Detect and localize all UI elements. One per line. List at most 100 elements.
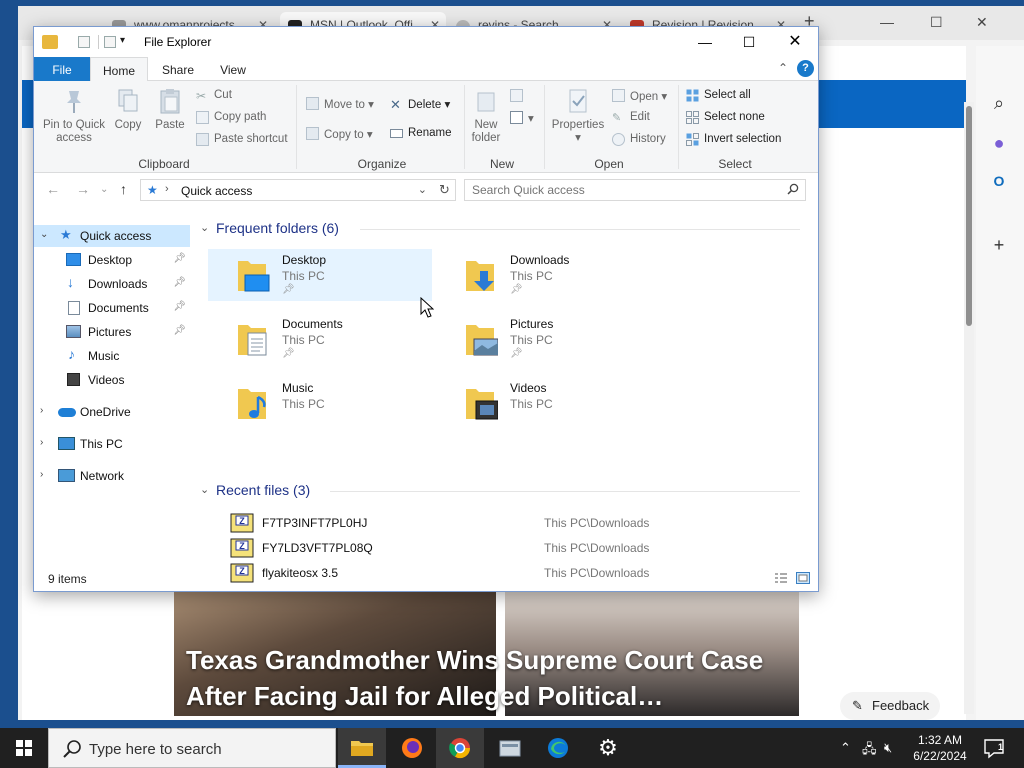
delete-button[interactable]: ✕ Delete ▾	[390, 97, 450, 112]
tab-view[interactable]: View	[208, 57, 258, 81]
invert-selection-button[interactable]: Invert selection	[686, 133, 781, 146]
refresh-button[interactable]: ↻	[434, 179, 456, 201]
pin-icon[interactable]: 📌︎	[173, 277, 186, 288]
chevron-down-icon[interactable]: ⌄	[418, 183, 427, 196]
pin-icon[interactable]: 📌︎	[173, 325, 186, 336]
star-icon: ★	[60, 227, 72, 242]
copy-button[interactable]: Copy	[112, 87, 144, 132]
edit-button[interactable]: ✎ Edit	[612, 111, 650, 124]
chevron-right-icon[interactable]: ›	[40, 405, 43, 416]
chevron-down-icon[interactable]: ▾	[120, 35, 125, 46]
pin-icon[interactable]: 📌︎	[173, 301, 186, 312]
copilot-icon[interactable]: ●	[986, 130, 1012, 156]
tab-share[interactable]: Share	[152, 57, 204, 81]
easy-access-button[interactable]: ▾	[510, 111, 534, 125]
minimize-button[interactable]: —	[682, 31, 728, 53]
nav-item-onedrive[interactable]: › OneDrive	[34, 401, 190, 423]
rename-button[interactable]: Rename	[390, 127, 451, 139]
forward-arrow-icon[interactable]: →	[76, 181, 90, 197]
chevron-up-icon[interactable]: ⌃	[840, 740, 851, 756]
search-icon[interactable]: ⌕	[986, 90, 1012, 116]
collapse-ribbon-icon[interactable]: ⌃	[778, 61, 788, 75]
scrollbar-thumb[interactable]	[966, 106, 972, 326]
taskbar-app[interactable]	[486, 728, 534, 768]
title-bar[interactable]: ▾ File Explorer — ☐ ✕	[34, 27, 818, 57]
folder-tile-desktop[interactable]: Desktop This PC 📌︎	[208, 249, 432, 301]
select-all-button[interactable]: Select all	[686, 89, 751, 102]
search-box[interactable]	[464, 179, 806, 201]
chevron-down-icon[interactable]: ⌄	[100, 184, 108, 195]
feedback-button[interactable]: ✎ Feedback	[840, 692, 940, 720]
folder-tile-pictures[interactable]: Pictures This PC 📌︎	[436, 313, 660, 365]
taskbar-firefox[interactable]	[388, 728, 436, 768]
open-button[interactable]: Open ▾	[612, 89, 667, 103]
new-folder-button[interactable]: New folder	[468, 87, 504, 145]
copy-to-button[interactable]: Copy to ▾	[306, 127, 373, 141]
nav-item-documents[interactable]: Documents 📌︎	[34, 297, 190, 319]
folder-tile-documents[interactable]: Documents This PC 📌︎	[208, 313, 432, 365]
folder-tile-downloads[interactable]: Downloads This PC 📌︎	[436, 249, 660, 301]
windows-start-icon[interactable]	[0, 728, 48, 768]
minimize-icon[interactable]: —	[880, 14, 894, 30]
properties-icon[interactable]	[78, 36, 90, 48]
help-icon[interactable]: ?	[797, 60, 814, 77]
notification-icon[interactable]: 1	[982, 736, 1006, 760]
move-to-button[interactable]: Move to ▾	[306, 97, 374, 111]
volume-icon[interactable]: 🔇︎	[884, 740, 892, 756]
tab-home[interactable]: Home	[90, 57, 148, 82]
close-button[interactable]: ✕	[772, 31, 818, 53]
outlook-icon[interactable]: O	[986, 168, 1012, 194]
large-icons-view-icon[interactable]	[796, 572, 810, 584]
taskbar-chrome[interactable]	[436, 728, 484, 768]
chevron-down-icon[interactable]: ⌄	[40, 229, 48, 240]
properties-button[interactable]: Properties ▾	[548, 87, 608, 145]
recent-file-row[interactable]: Z FY7LD3VFT7PL08Q This PC\Downloads	[220, 536, 810, 560]
back-arrow-icon[interactable]: ←	[46, 181, 60, 197]
nav-item-pictures[interactable]: Pictures 📌︎	[34, 321, 190, 343]
tab-file[interactable]: File	[34, 57, 90, 81]
nav-item-this-pc[interactable]: › This PC	[34, 433, 190, 455]
chevron-down-icon[interactable]: ⌄	[200, 221, 209, 234]
maximize-button[interactable]: ☐	[726, 31, 772, 53]
pin-to-quick-access-button[interactable]: Pin to Quick access	[38, 87, 110, 145]
select-none-button[interactable]: Select none	[686, 111, 765, 124]
news-headline[interactable]: Texas Grandmother Wins Supreme Court Cas…	[186, 642, 806, 714]
chevron-right-icon[interactable]: ›	[40, 469, 43, 480]
taskbar-file-explorer[interactable]	[338, 728, 386, 768]
folder-tile-music[interactable]: Music This PC	[208, 377, 432, 429]
nav-item-network[interactable]: › Network	[34, 465, 190, 487]
paste-button[interactable]: Paste	[152, 87, 188, 132]
taskbar-settings[interactable]: ⚙	[584, 728, 632, 768]
nav-item-desktop[interactable]: Desktop 📌︎	[34, 249, 190, 271]
cut-button[interactable]: ✂ Cut	[196, 89, 232, 103]
page-scrollbar[interactable]	[964, 102, 974, 714]
up-arrow-icon[interactable]: ↑	[120, 181, 127, 197]
taskbar-search[interactable]: Type here to search	[48, 728, 336, 768]
nav-item-downloads[interactable]: ↓ Downloads 📌︎	[34, 273, 190, 295]
frequent-folders-header[interactable]: ⌄ Frequent folders (6)	[200, 219, 800, 239]
pin-icon[interactable]: 📌︎	[173, 253, 186, 264]
details-view-icon[interactable]	[774, 572, 788, 584]
maximize-icon[interactable]: ☐	[930, 14, 943, 31]
new-folder-icon[interactable]	[104, 36, 116, 48]
recent-file-row[interactable]: Z F7TP3INFT7PL0HJ This PC\Downloads	[220, 511, 810, 535]
paste-shortcut-button[interactable]: Paste shortcut	[196, 133, 288, 146]
add-icon[interactable]: +	[986, 232, 1012, 258]
taskbar-edge[interactable]	[534, 728, 582, 768]
clock[interactable]: 1:32 AM 6/22/2024	[902, 732, 978, 764]
desktop-icon	[66, 253, 81, 266]
chevron-down-icon[interactable]: ⌄	[200, 483, 209, 496]
nav-item-music[interactable]: ♪ Music	[34, 345, 190, 367]
nav-item-videos[interactable]: Videos	[34, 369, 190, 391]
network-icon[interactable]: 🖧︎	[862, 740, 877, 762]
nav-item-quick-access[interactable]: ⌄ ★ Quick access	[34, 225, 190, 247]
address-bar[interactable]: ★ › Quick access ⌄	[140, 179, 456, 201]
copy-path-button[interactable]: Copy path	[196, 111, 266, 124]
search-input[interactable]	[465, 180, 775, 200]
close-icon[interactable]: ✕	[976, 14, 988, 31]
pin-icon: 📌︎	[510, 348, 523, 359]
recent-files-header[interactable]: ⌄ Recent files (3)	[200, 481, 800, 501]
chevron-right-icon[interactable]: ›	[40, 437, 43, 448]
history-button[interactable]: History	[612, 133, 666, 146]
folder-tile-videos[interactable]: Videos This PC	[436, 377, 660, 429]
